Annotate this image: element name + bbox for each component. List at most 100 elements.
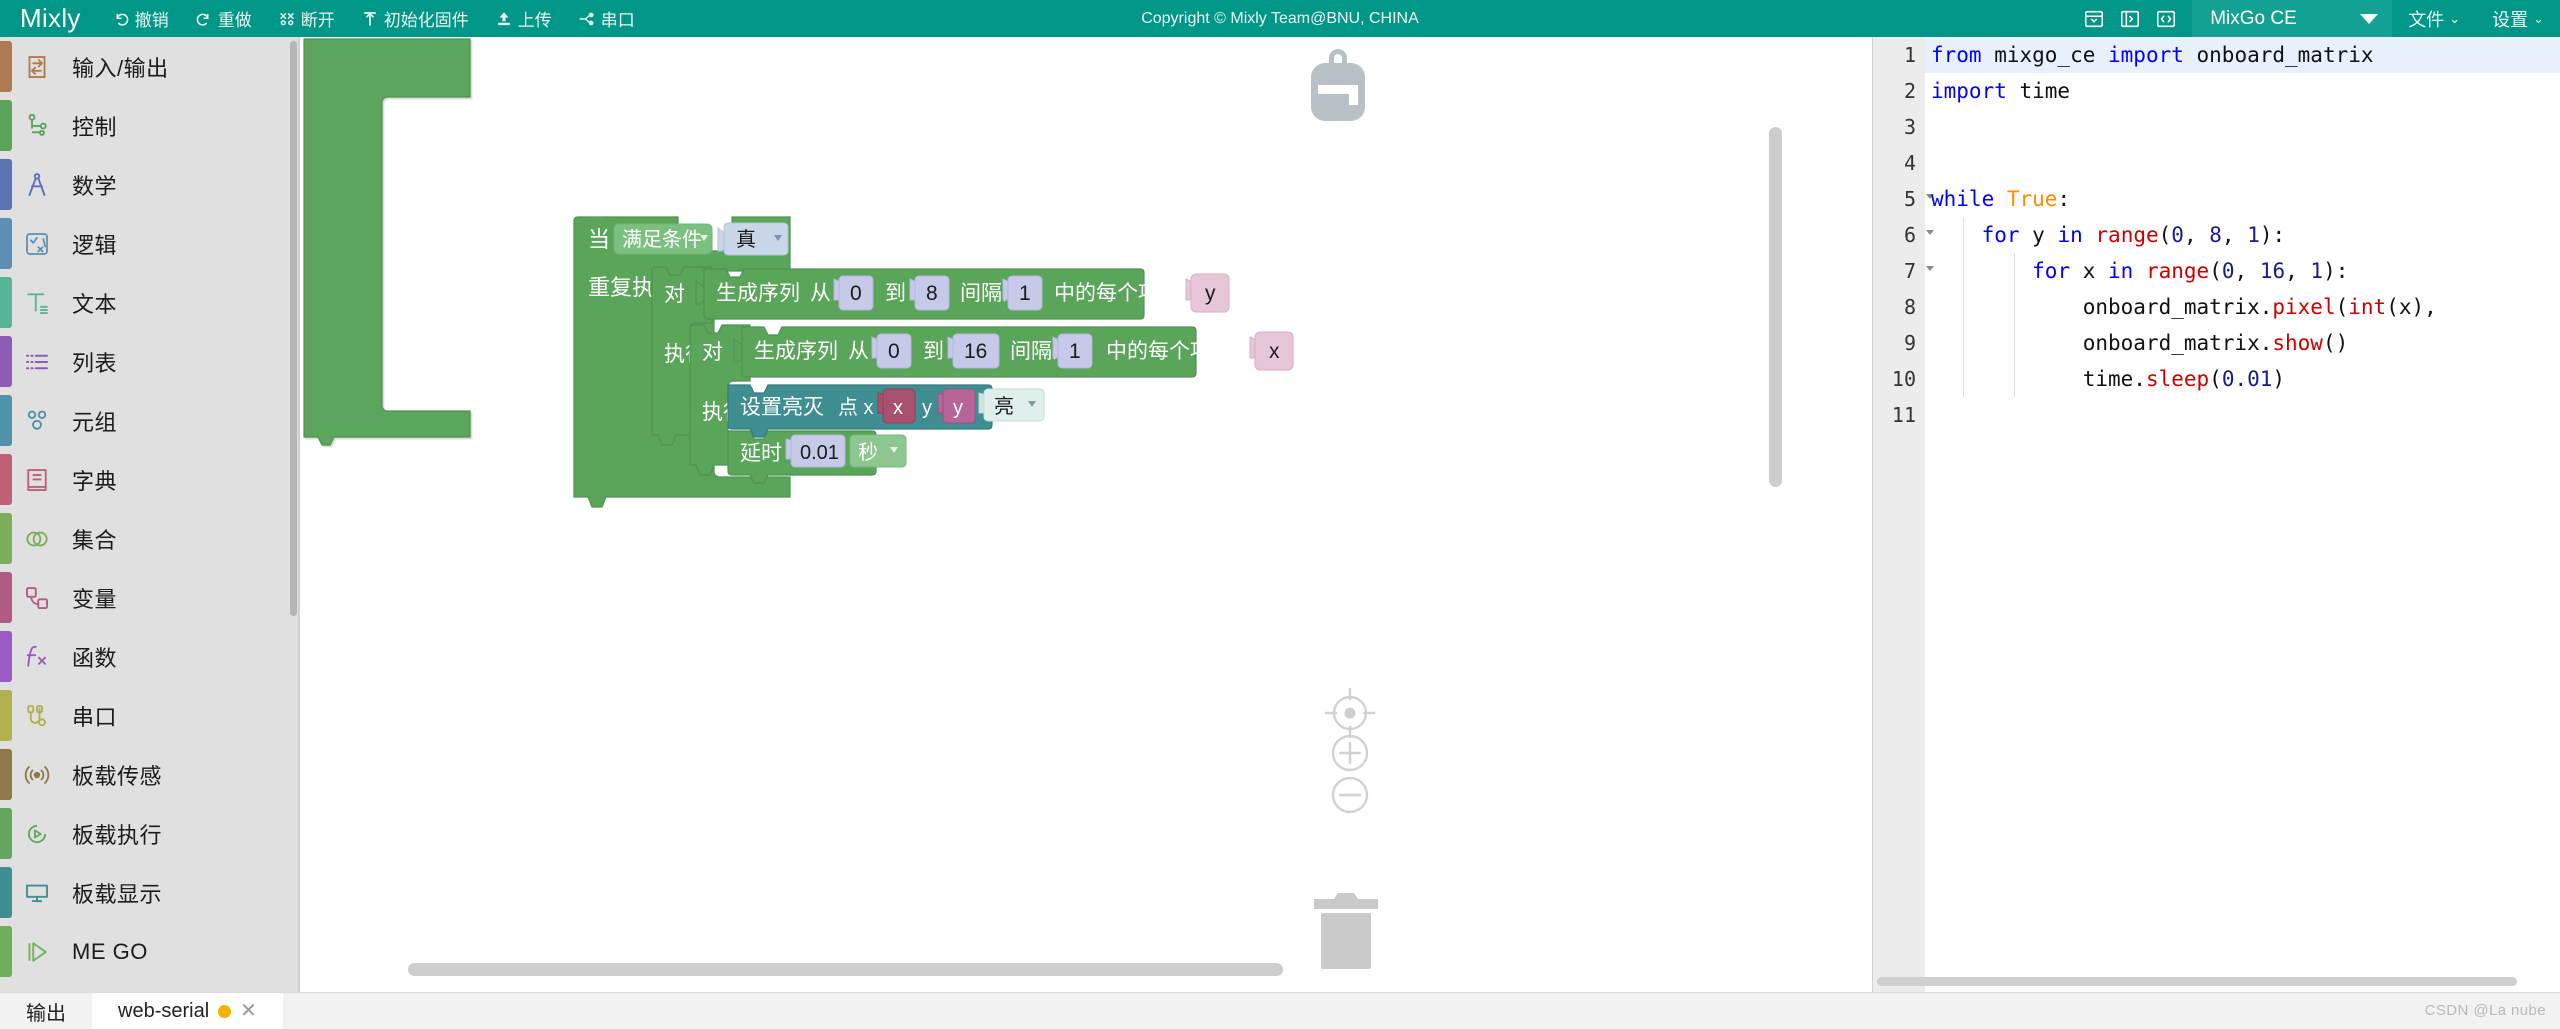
line-number: 9	[1903, 331, 1916, 355]
when-label: 当	[588, 227, 610, 252]
code-token: True	[2006, 187, 2058, 211]
code-line[interactable]: time.sleep(0.01)	[1925, 361, 2560, 397]
line-number: 2	[1903, 79, 1916, 103]
block-var-y[interactable]: y	[1185, 273, 1230, 313]
undo-button[interactable]: 撤销	[99, 0, 182, 37]
range-y-to-field[interactable]: 8	[914, 275, 950, 311]
range-y-from-field[interactable]: 0	[838, 275, 874, 311]
set-pixel-state-dropdown[interactable]: 亮	[983, 388, 1045, 422]
code-token: onboard_matrix.	[1931, 295, 2273, 319]
code-line[interactable]: while True:	[1925, 181, 2560, 217]
sidebar-item-set[interactable]: 集合	[0, 509, 300, 568]
web-serial-tab[interactable]: web-serial ✕	[92, 993, 283, 1029]
undo-label: 撤销	[134, 11, 169, 30]
serial-port-button[interactable]: 串口	[565, 0, 648, 37]
sidebar-item-label: 逻辑	[72, 232, 118, 258]
serial-port-icon	[578, 9, 597, 28]
code-line[interactable]: for x in range(0, 16, 1):	[1925, 253, 2560, 289]
code-line[interactable]: for y in range(0, 8, 1):	[1925, 217, 2560, 253]
block-range-y[interactable]: 生成序列 从 0 到 8 间隔为 1 中的每个项目	[703, 268, 1180, 320]
blockly-workspace[interactable]: 当 满足条件 真 重复执行 对 生成序列 从 0 到 8 间隔为 1 中的每个项…	[302, 37, 1872, 992]
code-view-icon[interactable]	[2148, 0, 2184, 37]
workspace-vertical-scrollbar[interactable]	[1769, 127, 1782, 487]
sidebar-item-math[interactable]: 数学	[0, 155, 300, 214]
firmware-icon	[361, 9, 380, 28]
sidebar-item-onboard-sensor[interactable]: 板载传感	[0, 745, 300, 804]
code-line[interactable]	[1925, 109, 2560, 145]
sidebar-item-dict[interactable]: 字典	[0, 450, 300, 509]
block-range-x[interactable]: 生成序列 从 0 到 16 间隔为 1 中的每个项目	[741, 326, 1232, 378]
range-x-step-field[interactable]: 1	[1057, 333, 1093, 369]
code-token: x	[2070, 259, 2109, 283]
block-for-x[interactable]: 对 生成序列 从 0 到 16 间隔为 1 中的每个项目 x 执行 设置亮灭 点…	[689, 324, 1294, 484]
code-line[interactable]	[1925, 397, 2560, 433]
range-x-to-field[interactable]: 16	[952, 333, 1000, 369]
output-tab[interactable]: 输出	[0, 993, 92, 1029]
code-line[interactable]: import time	[1925, 73, 2560, 109]
sidebar-item-serial[interactable]: 串口	[0, 686, 300, 745]
board-selector[interactable]: MixGo CE	[2192, 0, 2393, 37]
delay-value-field[interactable]: 0.01	[790, 434, 846, 468]
code-token: range	[2095, 223, 2159, 247]
app-logo: Mixly	[20, 3, 81, 33]
block-for-y[interactable]: 对 生成序列 从 0 到 8 间隔为 1 中的每个项目 y 执行 对 生成序列 …	[651, 266, 1294, 484]
init-firmware-button[interactable]: 初始化固件	[348, 0, 482, 37]
sidebar-item-tuple[interactable]: 元组	[0, 391, 300, 450]
menu-settings[interactable]: 设置 ⌄	[2476, 0, 2560, 37]
zoom-out-icon[interactable]	[1320, 765, 1380, 830]
block-delay[interactable]: 延时 0.01 秒	[727, 430, 907, 484]
range-x-from-field[interactable]: 0	[876, 333, 912, 369]
sidebar-item-label: 文本	[72, 291, 118, 317]
category-sidebar[interactable]: 输入/输出 控制 数学 逻辑 文本 列表 元组 字典 集合 变量 函数 串口 板…	[0, 37, 300, 992]
category-color-strip	[0, 41, 12, 92]
sidebar-item-label: 变量	[72, 586, 118, 612]
backpack-icon[interactable]	[1305, 49, 1371, 132]
sidebar-item-variable[interactable]: 变量	[0, 568, 300, 627]
set-pixel-x-var[interactable]: x	[882, 388, 916, 424]
category-color-strip	[0, 159, 12, 210]
line-number: 1	[1903, 43, 1916, 67]
when-condition-dropdown[interactable]: 满足条件	[613, 223, 713, 255]
code-token: show	[2272, 331, 2323, 355]
close-icon[interactable]: ✕	[240, 1001, 257, 1021]
workspace-horizontal-scrollbar[interactable]	[408, 963, 1283, 976]
sidebar-item-label: 板载执行	[72, 822, 163, 848]
boolean-true-block[interactable]: 真	[723, 222, 789, 256]
code-token: while	[1931, 187, 1995, 211]
menu-file[interactable]: 文件 ⌄	[2392, 0, 2476, 37]
upload-button[interactable]: 上传	[482, 0, 565, 37]
sidebar-item-io[interactable]: 输入/输出	[0, 37, 300, 96]
panel-right-icon[interactable]	[2112, 0, 2148, 37]
code-line[interactable]	[1925, 145, 2560, 181]
sidebar-item-logic[interactable]: 逻辑	[0, 214, 300, 273]
code-lines[interactable]: from mixgo_ce import onboard_matrix impor…	[1925, 37, 2560, 433]
block-when-repeat[interactable]	[302, 37, 472, 446]
delay-value: 0.01	[800, 442, 839, 464]
sidebar-item-list[interactable]: 列表	[0, 332, 300, 391]
sidebar-scrollbar[interactable]	[290, 41, 297, 616]
code-editor[interactable]: 1 2 3 4 5 6 7 8 9 10 11 from mixgo_ce im…	[1872, 37, 2560, 992]
code-line[interactable]: onboard_matrix.show()	[1925, 325, 2560, 361]
block-stack[interactable]: 当 满足条件 真 重复执行 对 生成序列 从 0 到 8 间隔为 1 中的每个项…	[302, 37, 1872, 737]
range-y-from-label: 从	[810, 282, 831, 305]
code-horizontal-scrollbar[interactable]	[1877, 977, 2517, 986]
panel-bottom-icon[interactable]	[2076, 0, 2112, 37]
block-set-pixel[interactable]: 设置亮灭 点 x x y y 亮	[727, 384, 1045, 438]
sidebar-item-mego[interactable]: ME GO	[0, 922, 300, 981]
sidebar-item-control[interactable]: 控制	[0, 96, 300, 155]
code-line[interactable]: onboard_matrix.pixel(int(x),	[1925, 289, 2560, 325]
code-line[interactable]: from mixgo_ce import onboard_matrix	[1925, 37, 2560, 73]
block-var-x[interactable]: x	[1249, 331, 1294, 371]
range-y-step-field[interactable]: 1	[1007, 275, 1043, 311]
sidebar-item-label: 字典	[72, 468, 118, 494]
redo-button[interactable]: 重做	[182, 0, 265, 37]
disconnect-button[interactable]: 断开	[265, 0, 348, 37]
sidebar-item-text[interactable]: 文本	[0, 273, 300, 332]
set-pixel-y-var[interactable]: y	[942, 388, 976, 424]
delay-unit-dropdown[interactable]: 秒	[849, 434, 907, 468]
sidebar-item-onboard-actuator[interactable]: 板载执行	[0, 804, 300, 863]
sidebar-item-function[interactable]: 函数	[0, 627, 300, 686]
sidebar-item-onboard-display[interactable]: 板载显示	[0, 863, 300, 922]
trash-icon[interactable]	[1310, 885, 1382, 976]
line-number: 4	[1903, 151, 1916, 175]
